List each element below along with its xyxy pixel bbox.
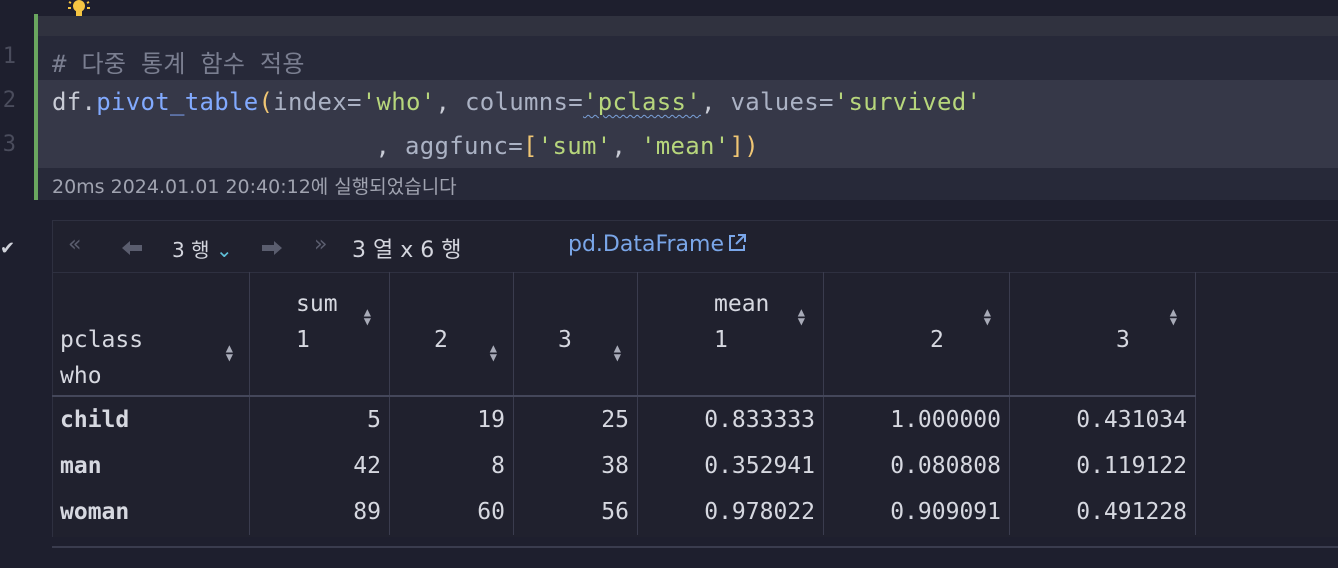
rows-per-page-select[interactable]: 3 행 ⌄ (172, 234, 233, 263)
column-header[interactable]: sum 1 ▲ ▼ (249, 272, 390, 397)
dataframe-shape: 3 열 x 6 행 (352, 238, 462, 263)
code-line-comment[interactable]: # 다중 통계 함수 적용 (52, 44, 305, 79)
code-token: pivot_table (96, 88, 259, 116)
rows-per-page-value: 3 행 (172, 238, 210, 262)
output-bottom-divider (52, 546, 1338, 548)
external-link-icon (729, 234, 746, 251)
sort-icon[interactable]: ▲ ▼ (364, 306, 371, 327)
cell-run-marker (34, 14, 38, 200)
dataframe-type-label: pd.DataFrame (568, 232, 724, 257)
line-number: 3 (2, 132, 16, 157)
dataframe-toolbar: « 3 행 ⌄ » 3 열 x 6 행 pd.DataFrame (52, 220, 1338, 273)
table-row[interactable]: man 42 8 38 0.352941 0.080808 0.119122 (52, 443, 1196, 489)
code-token: , (228, 132, 405, 160)
sort-icon[interactable]: ▲ ▼ (798, 306, 805, 327)
column-header[interactable]: 3 ▲ ▼ (1009, 272, 1196, 397)
code-token: [ (523, 132, 538, 160)
index-name: who (60, 363, 102, 389)
code-token: columns= (465, 88, 583, 116)
code-token: df (52, 88, 82, 116)
code-token: aggfunc= (405, 132, 523, 160)
checkmark-icon: ✔ (0, 238, 16, 259)
table-cell: 0.491228 (1009, 489, 1196, 535)
line-number: 1 (2, 44, 16, 69)
line-number: 2 (2, 88, 16, 113)
table-cell: 0.909091 (823, 489, 1010, 535)
chevron-down-icon: ⌄ (215, 238, 233, 262)
code-token: ( (258, 88, 274, 116)
sort-icon[interactable]: ▲ ▼ (490, 342, 497, 363)
table-cell: 0.119122 (1009, 443, 1196, 489)
table-cell: 19 (389, 396, 514, 443)
table-cell: 8 (389, 443, 514, 489)
index-header[interactable]: pclass who ▲ ▼ (52, 272, 250, 397)
table-cell: 0.080808 (823, 443, 1010, 489)
table-cell: 1.000000 (823, 396, 1010, 443)
execution-status: 20ms 2024.01.01 20:40:12에 실행되었습니다 (52, 176, 457, 198)
code-token: ) (744, 132, 759, 160)
table-cell: 0.978022 (637, 489, 824, 535)
table-cell: 0.833333 (637, 396, 824, 443)
row-index: man (52, 443, 250, 489)
table-cell: 0.431034 (1009, 396, 1196, 443)
column-level-name: pclass (60, 327, 144, 353)
table-cell: 0.352941 (637, 443, 824, 489)
column-header-level0 (434, 286, 505, 322)
code-token: values= (730, 88, 834, 116)
table-cell: 42 (249, 443, 390, 489)
code-token: ] (729, 132, 745, 160)
code-token: index= (273, 88, 362, 116)
sort-icon[interactable]: ▲ ▼ (614, 342, 621, 363)
code-token: 'sum' (537, 132, 612, 160)
code-line-aggfunc[interactable]: , aggfunc=['sum', 'mean']) (228, 132, 759, 160)
table-cell: 5 (249, 396, 390, 443)
last-page-icon[interactable]: » (314, 232, 327, 257)
column-header[interactable]: 2 ▲ ▼ (389, 272, 514, 397)
row-index: child (52, 396, 250, 443)
row-index: woman (52, 489, 250, 535)
table-cell: 60 (389, 489, 514, 535)
table-cell: 56 (513, 489, 638, 535)
next-page-icon[interactable] (260, 238, 284, 258)
sort-icon[interactable]: ▲ ▼ (984, 306, 991, 327)
table-row[interactable]: child 5 19 25 0.833333 1.000000 0.431034 (52, 396, 1196, 443)
code-token-typo-warning: 'pclass' (583, 88, 701, 116)
dataframe-table: pclass who ▲ ▼ sum 1 ▲ ▼ 2 ▲ ▼ 3 ▲ ▼ mea… (52, 272, 1196, 535)
first-page-icon[interactable]: « (68, 232, 81, 257)
table-cell: 38 (513, 443, 638, 489)
code-line-pivot[interactable]: df.pivot_table(index='who', columns='pcl… (52, 88, 981, 116)
table-row[interactable]: woman 89 60 56 0.978022 0.909091 0.49122… (52, 489, 1196, 535)
dataframe-type-link[interactable]: pd.DataFrame (568, 232, 748, 257)
code-token: , (611, 132, 641, 160)
column-header-level0 (558, 286, 629, 322)
cell-toolbar-strip (38, 16, 1338, 36)
code-token: 'mean' (641, 132, 730, 160)
sort-icon[interactable]: ▲ ▼ (226, 342, 233, 363)
code-token: , (435, 88, 465, 116)
sort-icon[interactable]: ▲ ▼ (1170, 306, 1177, 327)
column-header[interactable]: 2 ▲ ▼ (823, 272, 1010, 397)
table-cell: 89 (249, 489, 390, 535)
column-header[interactable]: 3 ▲ ▼ (513, 272, 638, 397)
prev-page-icon[interactable] (120, 238, 144, 258)
code-token: 'survived' (833, 88, 982, 116)
code-token: . (81, 88, 97, 116)
code-token: , (701, 88, 731, 116)
table-cell: 25 (513, 396, 638, 443)
column-header[interactable]: mean 1 ▲ ▼ (637, 272, 824, 397)
code-token: 'who' (361, 88, 436, 116)
